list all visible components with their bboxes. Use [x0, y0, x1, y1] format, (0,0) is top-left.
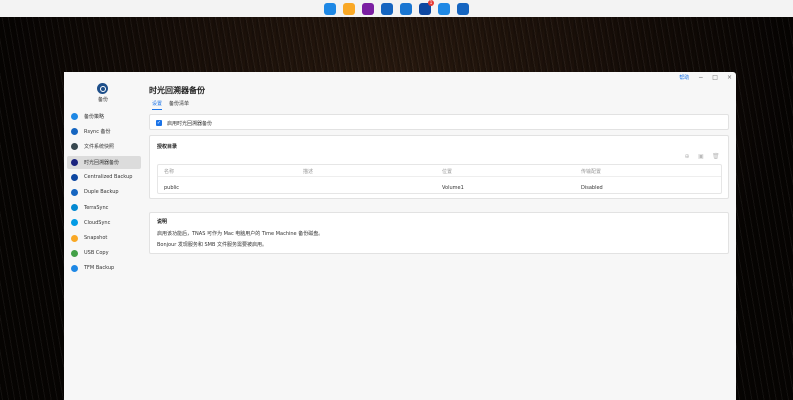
- sidebar-item-cloudsync[interactable]: CloudSync: [67, 216, 141, 229]
- tab-bar: 设置 备份清单: [152, 100, 189, 110]
- sidebar-item-label: 文件系统快照: [84, 144, 115, 151]
- sidebar-item-snapshot[interactable]: 文件系统快照: [67, 140, 141, 153]
- cell-name: public: [164, 185, 180, 191]
- main-content: 时光回溯器备份 设置 备份清单 ✓ 启用时光回溯器备份 授权目录 ⊕ ▣ 🗑 名…: [148, 72, 732, 400]
- enable-checkbox[interactable]: ✓: [156, 119, 162, 126]
- terrasync-icon: [71, 204, 78, 212]
- tab-backup-list[interactable]: 备份清单: [169, 100, 189, 110]
- sidebar-item-tfm-backup[interactable]: TFM Backup: [67, 262, 141, 275]
- sidebar-item-label: USB Copy: [84, 250, 109, 257]
- enable-checkbox-label[interactable]: 启用时光回溯器备份: [167, 120, 212, 127]
- sidebar-item-label: TFM Backup: [84, 265, 115, 272]
- time-machine-icon: [71, 158, 78, 166]
- sidebar-item-snapshot-cam[interactable]: Snapshot: [67, 232, 141, 245]
- tfm-backup-icon: [71, 264, 78, 272]
- rsync-icon: [71, 128, 78, 136]
- tab-settings[interactable]: 设置: [152, 100, 163, 110]
- sidebar-item-label: Duple Backup: [84, 189, 119, 196]
- sidebar-item-label: Rsync 备份: [84, 129, 111, 136]
- delete-icon[interactable]: 🗑: [712, 154, 720, 160]
- headset-icon[interactable]: [457, 2, 469, 15]
- app-center-icon[interactable]: [362, 2, 374, 15]
- apps-grid-icon[interactable]: [324, 2, 336, 15]
- table-actions: ⊕ ▣ 🗑: [684, 154, 720, 160]
- page-title: 时光回溯器备份: [149, 86, 205, 95]
- send-icon[interactable]: [438, 2, 450, 15]
- sidebar-item-label: CloudSync: [84, 219, 111, 226]
- sidebar-item-label: 备份策略: [84, 114, 105, 120]
- notes-icon[interactable]: 1: [419, 0, 434, 15]
- description-line: 启用该功能后，TNAS 可作为 Mac 电脑用户的 Time Machine 备…: [157, 231, 324, 237]
- sidebar-item-duple-backup[interactable]: Duple Backup: [67, 186, 141, 199]
- sidebar-nav: 备份策略 Rsync 备份 文件系统快照 时光回溯器备份 Centralized Bac…: [67, 110, 141, 277]
- column-header-description[interactable]: 描述: [303, 168, 313, 175]
- sidebar-item-usb-copy[interactable]: USB Copy: [67, 247, 141, 260]
- enable-card: ✓ 启用时光回溯器备份: [149, 114, 729, 130]
- snapshot-icon: [71, 143, 78, 151]
- add-icon[interactable]: ⊕: [684, 154, 690, 160]
- column-header-status[interactable]: 传输配置: [581, 168, 601, 175]
- sidebar-item-centralized-backup[interactable]: Centralized Backup: [67, 171, 141, 184]
- usb-copy-icon: [71, 249, 78, 257]
- cell-location: Volume1: [442, 185, 464, 191]
- cloudsync-icon: [71, 219, 78, 227]
- backup-app-logo: [97, 83, 108, 94]
- taskbar: 1: [0, 0, 793, 17]
- centralized-backup-icon: [71, 173, 78, 181]
- app-name: 备份: [97, 97, 108, 103]
- sync-icon: [71, 113, 78, 120]
- time-machine-icon[interactable]: [381, 2, 393, 15]
- settings-gear-icon[interactable]: [400, 2, 412, 15]
- snapshot-cam-icon: [71, 234, 78, 242]
- description-card: 说明 启用该功能后，TNAS 可作为 Mac 电脑用户的 Time Machin…: [149, 212, 729, 254]
- notification-badge: 1: [428, 0, 434, 6]
- shared-folder-title: 授权目录: [157, 144, 178, 150]
- sidebar-item-label: TerraSync: [84, 204, 109, 211]
- cell-status: Disabled: [581, 185, 603, 191]
- sidebar-item-label: Centralized Backup: [84, 174, 133, 181]
- duple-backup-icon: [71, 188, 78, 196]
- column-header-location[interactable]: 位置: [442, 168, 452, 175]
- app-window: 帮助 − □ × 备份 备份策略 Rsync 备份 文件系统快照 时光回溯器备份 Cen…: [64, 72, 736, 400]
- sidebar-item-time-machine[interactable]: 时光回溯器备份: [67, 155, 141, 169]
- sidebar-item-terrasync[interactable]: TerraSync: [67, 201, 141, 214]
- sidebar-item-sync[interactable]: 备份策略: [67, 110, 141, 123]
- folder-icon[interactable]: [343, 2, 355, 15]
- description-title: 说明: [157, 219, 168, 225]
- sidebar: 备份 备份策略 Rsync 备份 文件系统快照 时光回溯器备份 Centralized …: [64, 72, 144, 400]
- sidebar-item-rsync[interactable]: Rsync 备份: [67, 125, 141, 138]
- sidebar-item-label: Snapshot: [84, 235, 108, 241]
- shared-folder-table: 名称 描述 位置 传输配置 public Volume1 Disabled: [157, 164, 722, 194]
- edit-icon[interactable]: ▣: [698, 154, 704, 160]
- description-line: Bonjour 发现服务和 SMB 文件服务需要被启用。: [157, 242, 268, 248]
- sidebar-item-label: 时光回溯器备份: [84, 159, 120, 166]
- shared-folder-card: 授权目录 ⊕ ▣ 🗑 名称 描述 位置 传输配置 public Volume1: [149, 135, 729, 199]
- column-header-name[interactable]: 名称: [164, 168, 174, 175]
